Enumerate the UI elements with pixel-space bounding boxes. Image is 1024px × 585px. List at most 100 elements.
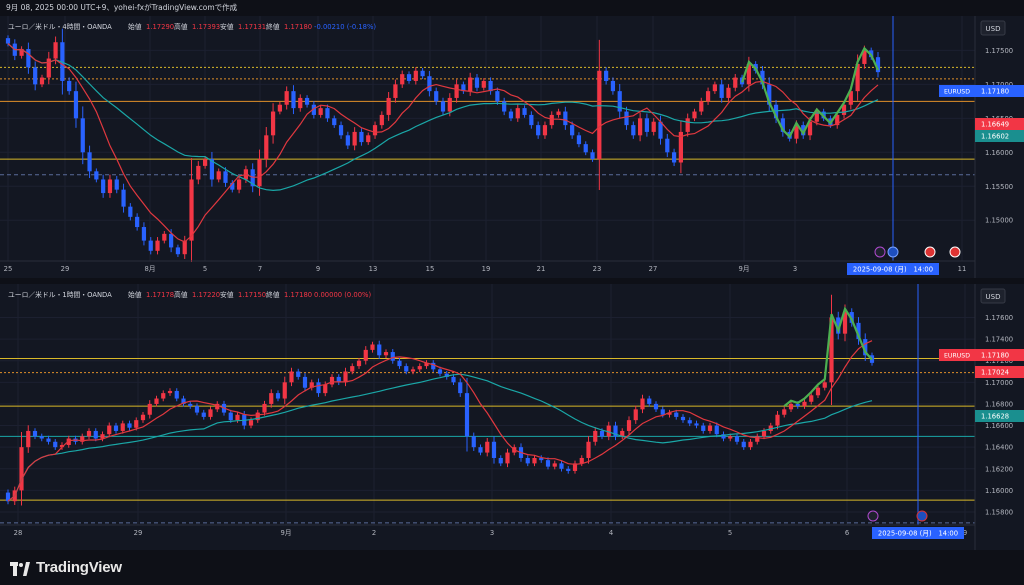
candle-body (39, 77, 45, 85)
x-tick-label: 27 (649, 265, 658, 273)
candle-body (434, 91, 439, 102)
tradingview-wordmark: TradingView (36, 559, 122, 576)
x-tick-label: 13 (369, 265, 378, 273)
candle-body (107, 179, 113, 194)
candle-body (552, 463, 557, 467)
candle-body (542, 125, 548, 136)
candle-body (485, 441, 490, 453)
y-tick-label: 1.15500 (985, 183, 1013, 191)
candle-body (32, 430, 38, 437)
x-tick-label: 9月 (738, 265, 749, 273)
candle-body (296, 371, 301, 377)
candle-body (196, 165, 201, 180)
candle-body (302, 376, 308, 388)
legend-close: 1.17180 (284, 291, 312, 299)
candle-body (53, 42, 58, 59)
candle-body (338, 125, 344, 136)
candle-body (458, 382, 463, 394)
candle-body (80, 118, 85, 153)
candle-body (372, 125, 378, 136)
legend-symbol: ユーロ／米ドル・1時間・OANDA (8, 290, 112, 299)
candle-body (169, 233, 174, 248)
currency-label: USD (986, 25, 1001, 33)
candle-body (522, 108, 527, 115)
price-label-value: 1.17180 (981, 352, 1009, 360)
x-tick-label: 23 (593, 265, 602, 273)
chart-4h-svg[interactable]: ユーロ／米ドル・4時間・OANDA 始値 1.17290 高値 1.17393 安値 1.1… (0, 16, 1024, 278)
legend-low-label: 安値 (220, 290, 234, 299)
legend-open-label: 始値 (128, 290, 142, 299)
candle-body (734, 436, 740, 442)
candle-body (468, 77, 473, 92)
y-tick-label: 1.17000 (985, 379, 1013, 387)
candle-body (406, 74, 412, 81)
chart-panel-1h[interactable]: ユーロ／米ドル・1時間・OANDA 始値 1.17178 高値 1.17220 安値 1.1… (0, 284, 1024, 550)
candle-body (325, 108, 330, 119)
y-tick-label: 1.15800 (985, 509, 1013, 517)
symbol-tag-label: EURUSD (944, 89, 970, 96)
candle-body (147, 403, 152, 415)
candle-body (235, 414, 240, 421)
chart-panel-4h[interactable]: ユーロ／米ドル・4時間・OANDA 始値 1.17290 高値 1.17393 安値 1.1… (0, 16, 1024, 278)
currency-label: USD (986, 293, 1001, 301)
candle-body (644, 118, 650, 132)
candle-body (674, 412, 679, 417)
candle-body (175, 247, 181, 255)
event-globe-icon (887, 246, 899, 258)
tradingview-logo[interactable]: TradingView (10, 559, 122, 576)
candle-body (447, 97, 452, 112)
candle-body (671, 152, 677, 163)
candle-body (161, 393, 166, 399)
y-tick-label: 1.15000 (985, 217, 1013, 225)
candle-body (525, 457, 530, 464)
candle-body (359, 131, 364, 143)
date-cursor-text: 2025-09-08 (月) 14:00 (853, 266, 933, 274)
candle-body (155, 240, 160, 251)
candle-body (802, 401, 807, 407)
candle-body (350, 366, 355, 372)
candle-body (692, 111, 697, 119)
y-tick-label: 1.17600 (985, 314, 1013, 322)
candle-body (631, 125, 636, 136)
tradingview-logo-icon (10, 561, 30, 576)
candle-body (604, 70, 609, 81)
candle-body (719, 84, 724, 98)
x-tick-label: 8月 (144, 265, 155, 273)
x-tick-label: 4 (609, 529, 613, 537)
candle-body (660, 409, 665, 415)
x-tick-label: 3 (490, 529, 494, 537)
candle-body (316, 382, 321, 394)
candle-body (128, 206, 133, 217)
x-tick-label: 3 (793, 265, 797, 273)
candle-body (712, 84, 717, 92)
candle-body (610, 80, 616, 92)
us-flag-icon (949, 246, 961, 258)
candle-body (73, 91, 79, 119)
candle-body (101, 179, 106, 194)
candle-body (289, 371, 294, 383)
candle-body (343, 371, 348, 383)
candle-body (5, 38, 11, 44)
y-tick-label: 1.17400 (985, 336, 1013, 344)
footer: TradingView (0, 550, 1024, 585)
candle-body (809, 395, 814, 402)
chart-1h-svg[interactable]: ユーロ／米ドル・1時間・OANDA 始値 1.17178 高値 1.17220 安値 1.1… (0, 284, 1024, 550)
candle-body (556, 111, 561, 115)
candle-body (270, 111, 276, 136)
candle-body (248, 420, 254, 426)
candle-body (502, 101, 507, 112)
candle-body (269, 393, 274, 404)
candle-body (93, 430, 98, 439)
symbol-tag-label: EURUSD (944, 353, 970, 360)
candle-body (586, 441, 591, 458)
candle-body (182, 240, 187, 255)
candle-body (121, 189, 126, 207)
candle-body (174, 390, 179, 399)
candle-body (282, 382, 287, 399)
event-lightning-icon (867, 510, 879, 522)
candle-body (685, 118, 690, 132)
candle-body (782, 409, 787, 415)
candle-body (701, 425, 706, 431)
x-tick-label: 5 (728, 529, 732, 537)
candle-body (495, 91, 500, 102)
